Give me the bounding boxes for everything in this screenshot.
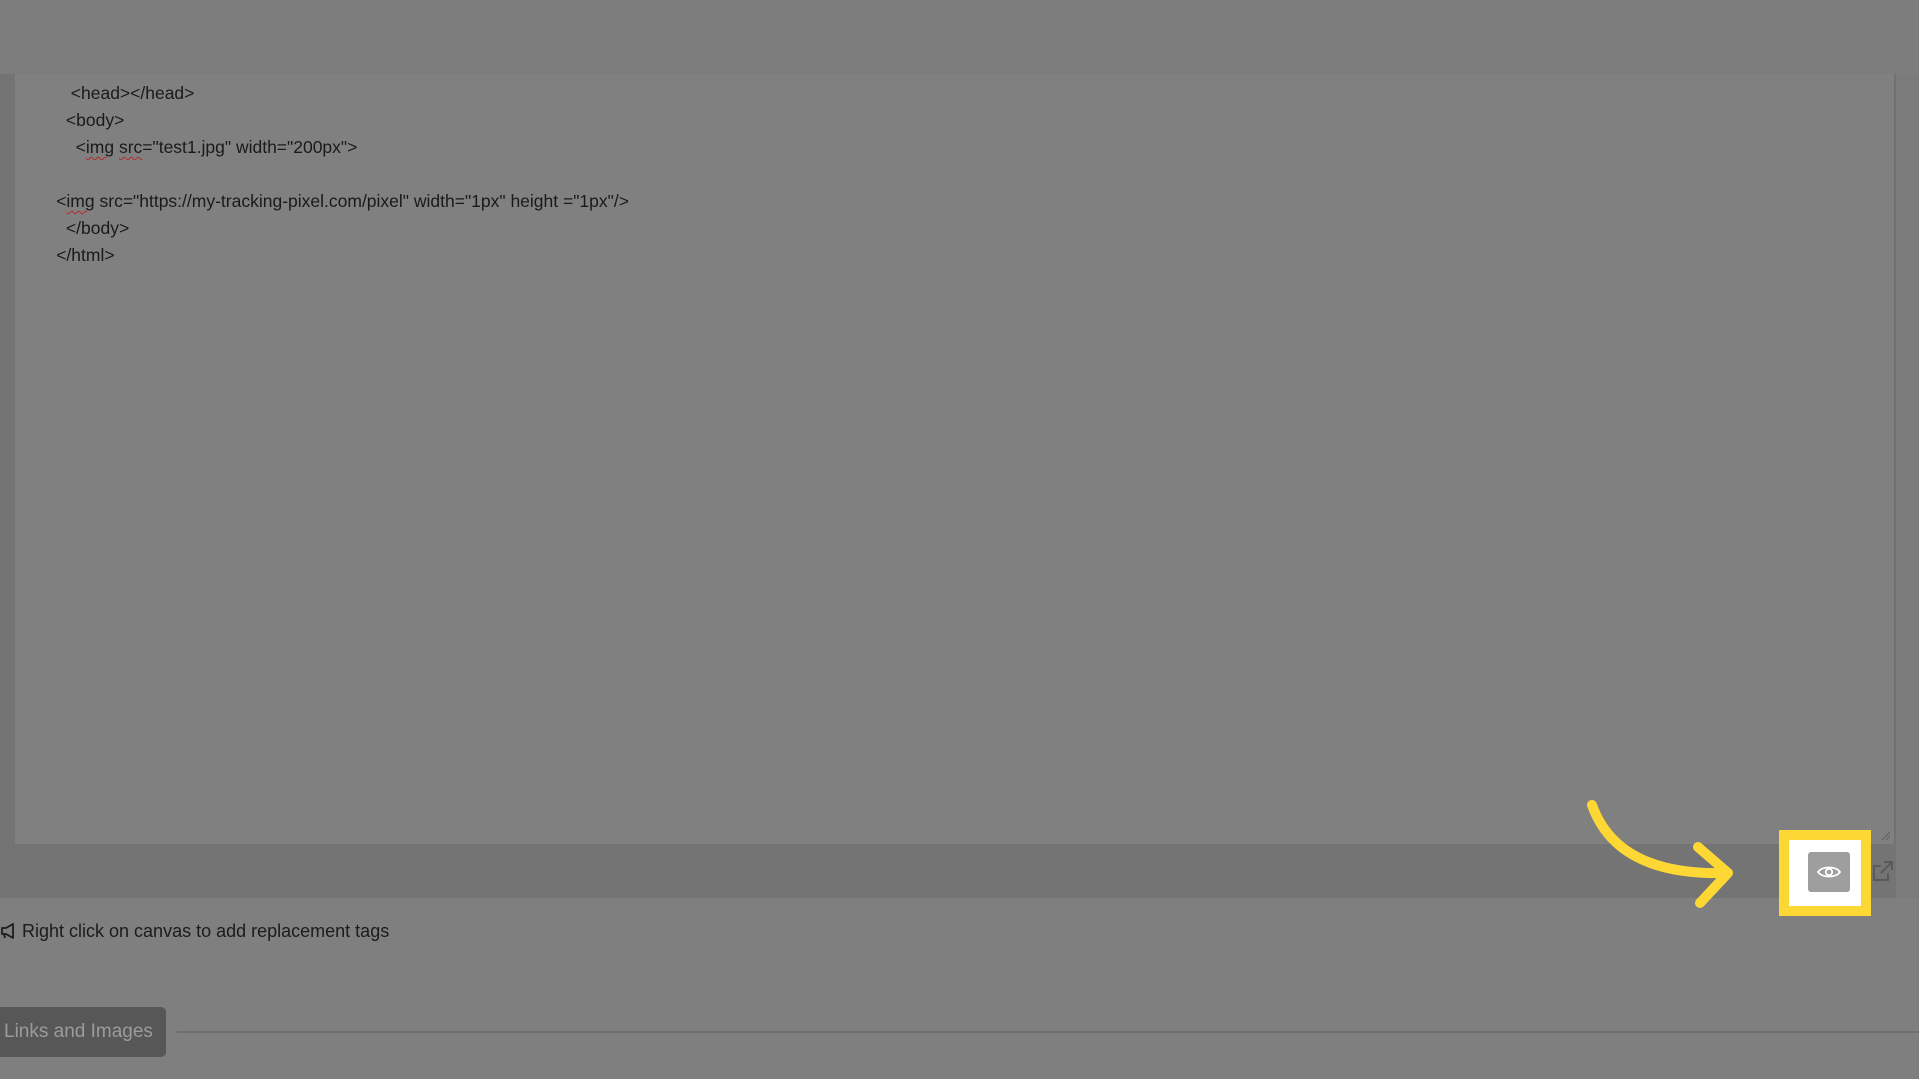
- tab-links-and-images[interactable]: Links and Images: [0, 1007, 166, 1057]
- code-line-html-close: </html>: [56, 245, 115, 265]
- html-code-editor[interactable]: <head></head> <body> <img src="test1.jpg…: [15, 74, 1895, 844]
- tip-text: Right click on canvas to add replacement…: [22, 920, 390, 941]
- resize-grip-icon[interactable]: [1880, 830, 1890, 840]
- preview-button[interactable]: [1808, 852, 1850, 892]
- tab-divider: [177, 1031, 1919, 1033]
- eye-icon: [1817, 866, 1841, 878]
- annotation-arrow-icon: [1587, 800, 1733, 908]
- page: <head></head> <body> <img src="test1.jpg…: [0, 0, 1919, 1079]
- replacement-tags-tip: Right click on canvas to add replacement…: [0, 918, 389, 944]
- top-bar: [0, 0, 1919, 74]
- megaphone-icon: [1, 923, 14, 939]
- external-link-icon[interactable]: [1870, 858, 1896, 884]
- scrollbar[interactable]: [1896, 74, 1919, 898]
